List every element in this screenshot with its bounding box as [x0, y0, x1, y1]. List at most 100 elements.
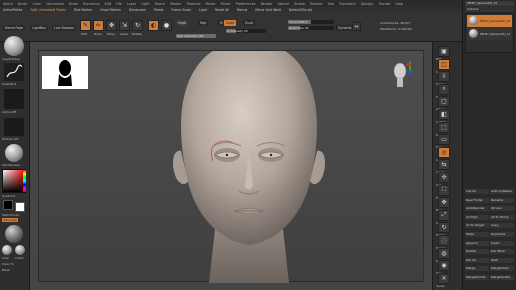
- menu-help[interactable]: Help: [395, 2, 403, 6]
- rotate-icon[interactable]: ↻: [438, 222, 450, 234]
- zoomd-icon[interactable]: ⤢: [438, 209, 450, 221]
- draw-size-slider[interactable]: Draw Size 64: [288, 26, 334, 30]
- append-button[interactable]: Append: [465, 240, 489, 246]
- split-button[interactable]: Split: [490, 257, 514, 263]
- material-thumbnail[interactable]: [5, 144, 23, 162]
- menu-preferences[interactable]: Preferences: [236, 2, 256, 6]
- draw-pattern-button[interactable]: Draw Pattern: [100, 8, 121, 12]
- hue-strip[interactable]: [23, 170, 26, 192]
- material-small-1[interactable]: [2, 245, 12, 255]
- menu-stencil[interactable]: Stencil: [278, 2, 289, 6]
- alternate-button[interactable]: Alternate: [2, 218, 18, 222]
- main-color-swatch[interactable]: [3, 200, 13, 210]
- menu-document[interactable]: Document: [46, 2, 64, 6]
- frame-icon[interactable]: ⛶: [438, 184, 450, 196]
- zoom-icon[interactable]: ⌕: [438, 83, 450, 95]
- new-folder-button[interactable]: New Folder: [465, 197, 489, 203]
- material-sphere-icon[interactable]: ●: [161, 20, 172, 31]
- local-icon[interactable]: ◎: [438, 146, 450, 158]
- all-to-target-button[interactable]: All To Target: [465, 223, 489, 229]
- rgb-intensity-slider[interactable]: Rgb Intensity 100: [176, 34, 216, 38]
- scale-icon[interactable]: ⇲: [119, 20, 130, 31]
- symmetry-icon[interactable]: ⇔: [352, 22, 361, 31]
- menu-marker[interactable]: Marker: [170, 2, 182, 6]
- menu-zscript[interactable]: Zscript: [379, 2, 391, 6]
- menu-layer[interactable]: Layer: [127, 2, 136, 6]
- menu-picker[interactable]: Picker: [221, 2, 231, 6]
- points-button[interactable]: Points: [154, 8, 164, 12]
- focal-shift-slider[interactable]: Focal Shift 0: [288, 20, 334, 24]
- z-intensity-slider[interactable]: Z Intensity 25: [226, 29, 266, 33]
- lightbox-button[interactable]: LightBox: [30, 25, 48, 31]
- menu-color[interactable]: Color: [32, 2, 41, 6]
- all-low-button[interactable]: All Low: [490, 206, 514, 212]
- mrgb-button[interactable]: Mrgb: [176, 20, 189, 26]
- all-to-home-button[interactable]: All To Home: [490, 214, 514, 220]
- edit-icon[interactable]: ✎: [80, 20, 91, 31]
- spix-3-icon[interactable]: ◫: [438, 58, 450, 70]
- menus-button[interactable]: Menus: [237, 8, 247, 12]
- copy-button[interactable]: Copy: [490, 223, 514, 229]
- scroll-icon[interactable]: ⇳: [438, 71, 450, 83]
- live-boolean-button[interactable]: Live Boolean: [52, 25, 77, 31]
- document-canvas[interactable]: [30, 42, 432, 290]
- delete-button[interactable]: Delete: [465, 249, 489, 255]
- aahalf-icon[interactable]: ◧: [438, 109, 450, 120]
- menu-texture[interactable]: Texture: [310, 2, 322, 6]
- menu-transform[interactable]: Transform: [339, 2, 356, 6]
- menu-draw[interactable]: Draw: [69, 2, 78, 6]
- merge-button[interactable]: Merge: [465, 266, 489, 272]
- menu-file[interactable]: File: [116, 2, 122, 6]
- floor-icon[interactable]: ▭: [438, 134, 450, 146]
- secondary-color-swatch[interactable]: [15, 202, 25, 212]
- mergesimilar-button[interactable]: MergeSimilar: [465, 275, 489, 280]
- dist-marker-button[interactable]: Dist Marker: [74, 8, 92, 12]
- sculpt-sphere-icon[interactable]: ◐: [148, 20, 159, 31]
- alpha-thumbnail[interactable]: [4, 89, 24, 109]
- menu-material[interactable]: Material: [187, 2, 201, 6]
- light-button[interactable]: Light: [199, 8, 207, 12]
- clear-to-button[interactable]: Clear To: [2, 262, 14, 266]
- l-sym-icon[interactable]: ⇆: [438, 159, 450, 171]
- menu-dynamics[interactable]: Dynamics: [83, 2, 100, 6]
- sculpted-head-model[interactable]: [39, 51, 425, 283]
- menu-stroke[interactable]: Stroke: [294, 2, 305, 6]
- reset-all-button[interactable]: Reset All: [215, 8, 229, 12]
- paste-button[interactable]: Paste: [465, 232, 489, 237]
- bpr-icon[interactable]: ▣: [438, 46, 450, 57]
- xyz-icon[interactable]: ✣: [438, 172, 450, 183]
- menu-movie[interactable]: Movie: [205, 2, 215, 6]
- matcap-sphere[interactable]: [5, 225, 23, 243]
- auto-collapse-button[interactable]: Auto Collapse: [490, 189, 514, 194]
- all-high-button[interactable]: All High: [465, 214, 489, 220]
- del-all-button[interactable]: Del All: [465, 257, 489, 263]
- mirror-weld-button[interactable]: Mirror And Weld: [255, 8, 280, 12]
- actual-icon[interactable]: ▢: [438, 96, 450, 108]
- rotate-icon[interactable]: ↻: [132, 20, 143, 31]
- draw-icon[interactable]: ✏: [93, 20, 104, 31]
- persp-icon[interactable]: ⬚: [438, 121, 450, 133]
- rename-button[interactable]: Rename: [490, 197, 514, 203]
- subtool-item[interactable]: PM3D_Sphere3D_11: [467, 28, 512, 40]
- material-small-2[interactable]: [15, 245, 25, 255]
- ghost-icon[interactable]: ◍: [438, 247, 450, 259]
- subtool-item[interactable]: PM3D_Sphere3D_10: [467, 15, 512, 27]
- menu-macro[interactable]: Macro: [155, 2, 165, 6]
- duplicate-button[interactable]: Duplicate: [490, 232, 514, 237]
- menu-render[interactable]: Render: [261, 2, 273, 6]
- menu-tool[interactable]: Tool: [327, 2, 334, 6]
- insert-button[interactable]: Insert: [490, 240, 514, 246]
- home-page-button[interactable]: Home Page: [3, 25, 26, 31]
- dimension-button[interactable]: Dimension: [129, 8, 146, 12]
- del-other-button[interactable]: Del Other: [490, 249, 514, 255]
- menu-alpha[interactable]: Alpha: [3, 2, 13, 6]
- xpose-icon[interactable]: ✕: [438, 272, 450, 284]
- texture-thumbnail[interactable]: [4, 118, 24, 136]
- default-zscript-button[interactable]: DefaultZScript: [289, 8, 312, 12]
- viewport-frame[interactable]: [38, 50, 425, 283]
- menu-edit[interactable]: Edit: [104, 2, 111, 6]
- move-icon[interactable]: ✥: [438, 197, 450, 209]
- mergevisible-button[interactable]: MergeVisible: [490, 275, 514, 280]
- spotlight-button[interactable]: Split Unmasked Points: [30, 8, 65, 12]
- autoreorder-button[interactable]: AutoReorder: [465, 206, 489, 212]
